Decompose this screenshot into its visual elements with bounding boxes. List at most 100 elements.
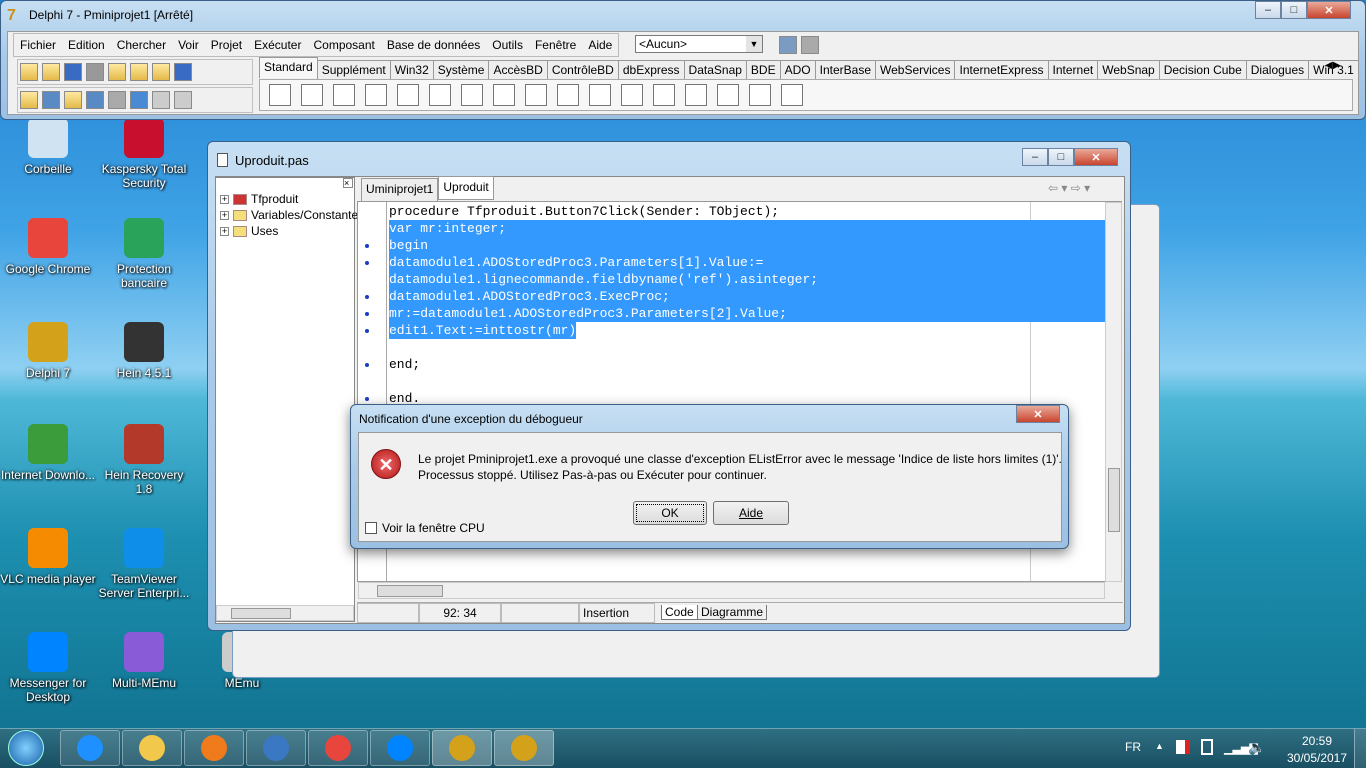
add-file-icon[interactable]	[130, 63, 148, 81]
menu-0[interactable]: Fichier	[14, 38, 62, 52]
palette-tab[interactable]: Système	[432, 60, 490, 81]
code-line[interactable]: datamodule1.ADOStoredProc3.Parameters[1]…	[389, 254, 1105, 271]
action-center-icon[interactable]	[1176, 740, 1190, 754]
save-all-icon[interactable]	[86, 63, 104, 81]
desktop-icon[interactable]: Messenger for Desktop	[0, 632, 96, 704]
navigation-arrows[interactable]: ⇦ ▾ ⇨ ▾	[1048, 181, 1090, 195]
menu-9[interactable]: Fenêtre	[529, 38, 582, 52]
view-form-icon[interactable]	[42, 91, 60, 109]
desktop-icon[interactable]: Corbeille	[0, 118, 96, 176]
radiobutton-component-icon[interactable]	[557, 84, 579, 106]
code-line[interactable]: begin	[389, 237, 1105, 254]
maximize-button[interactable]: □	[1281, 1, 1307, 19]
menu-6[interactable]: Composant	[307, 38, 380, 52]
clock-date[interactable]: 30/05/2017	[1282, 751, 1352, 765]
breakpoint-dot[interactable]	[365, 244, 369, 248]
editor-tab[interactable]: Uproduit	[438, 176, 494, 200]
breakpoint-dot[interactable]	[365, 397, 369, 401]
code-line[interactable]: mr:=datamodule1.ADOStoredProc3.Parameter…	[389, 305, 1105, 322]
groupbox-component-icon[interactable]	[685, 84, 707, 106]
close-button[interactable]: ✕	[1016, 405, 1060, 423]
close-button[interactable]: ✕	[1307, 1, 1351, 19]
horizontal-scrollbar[interactable]	[358, 582, 1105, 599]
minimize-button[interactable]: –	[1255, 1, 1281, 19]
open-icon[interactable]	[42, 63, 60, 81]
cpu-checkbox-label[interactable]: Voir la fenêtre CPU	[382, 521, 485, 535]
breakpoint-dot[interactable]	[365, 363, 369, 367]
power-icon[interactable]	[1201, 739, 1213, 755]
show-desktop-button[interactable]	[1354, 729, 1366, 768]
help-icon[interactable]	[174, 63, 192, 81]
open-project-icon[interactable]	[108, 63, 126, 81]
breakpoint-dot[interactable]	[365, 312, 369, 316]
button-component-icon[interactable]	[493, 84, 515, 106]
code-line[interactable]: var mr:integer;	[389, 220, 1105, 237]
palette-tab[interactable]: Supplément	[316, 60, 391, 81]
code-line[interactable]: edit1.Text:=inttostr(mr)	[389, 322, 577, 339]
actionlist-component-icon[interactable]	[781, 84, 803, 106]
radiogroup-component-icon[interactable]	[717, 84, 739, 106]
desktop-icon[interactable]: Kaspersky Total Security	[96, 118, 192, 190]
step-over-icon[interactable]	[174, 91, 192, 109]
clock-time[interactable]: 20:59	[1282, 734, 1352, 748]
breakpoint-dot[interactable]	[365, 261, 369, 265]
palette-tab[interactable]: InterBase	[814, 60, 876, 81]
desktop-icon[interactable]: Hein 4.5.1	[96, 322, 192, 380]
language-indicator[interactable]: FR	[1125, 740, 1141, 754]
desktop-icon[interactable]: VLC media player	[0, 528, 96, 586]
palette-tab[interactable]: Standard	[259, 57, 318, 78]
panel-component-icon[interactable]	[749, 84, 771, 106]
menu-8[interactable]: Outils	[486, 38, 529, 52]
remove-file-icon[interactable]	[152, 63, 170, 81]
taskbar-internet-explorer[interactable]	[60, 730, 120, 766]
pause-icon[interactable]	[130, 91, 148, 109]
taskbar-delphi-7[interactable]	[432, 730, 492, 766]
close-icon[interactable]: ×	[343, 178, 353, 188]
new-icon[interactable]	[20, 63, 38, 81]
palette-tab[interactable]: ContrôleBD	[546, 60, 619, 81]
menu-5[interactable]: Exécuter	[248, 38, 307, 52]
desktop-icon[interactable]: Hein Recovery 1.8	[96, 424, 192, 496]
horizontal-scrollbar[interactable]	[216, 605, 354, 621]
desktop-icon[interactable]: Protection bancaire	[96, 218, 192, 290]
taskbar-file-explorer[interactable]	[122, 730, 182, 766]
new-form-icon[interactable]	[86, 91, 104, 109]
help-button[interactable]: Aide	[713, 501, 789, 525]
trace-into-icon[interactable]	[152, 91, 170, 109]
palette-tab[interactable]: Win32	[389, 60, 434, 81]
expand-icon[interactable]: +	[220, 210, 229, 220]
show-hidden-icons[interactable]: ▲	[1155, 741, 1164, 751]
memo-component-icon[interactable]	[461, 84, 483, 106]
tree-item[interactable]: + Uses	[220, 223, 364, 239]
save-icon[interactable]	[64, 63, 82, 81]
palette-tab[interactable]: WebSnap	[1097, 60, 1160, 81]
toggle-form-icon[interactable]	[64, 91, 82, 109]
palette-tab[interactable]: Internet	[1047, 60, 1099, 81]
tab-code[interactable]: Code	[661, 605, 698, 620]
label-component-icon[interactable]	[397, 84, 419, 106]
menu-10[interactable]: Aide	[582, 38, 618, 52]
palette-tab[interactable]: AccèsBD	[488, 60, 548, 81]
code-line[interactable]: end;	[389, 356, 420, 373]
edit-component-icon[interactable]	[429, 84, 451, 106]
ok-button[interactable]: OK	[633, 501, 707, 525]
menu-4[interactable]: Projet	[205, 38, 248, 52]
checkbox-component-icon[interactable]	[525, 84, 547, 106]
taskbar-delphi-7-debug[interactable]	[494, 730, 554, 766]
pointer-component-icon[interactable]	[269, 84, 291, 106]
tree-item[interactable]: + Variables/Constantes	[220, 207, 364, 223]
tree-item[interactable]: + Tfproduit	[220, 191, 364, 207]
vertical-scrollbar[interactable]	[1105, 202, 1122, 582]
volume-icon[interactable]: 🔈	[1248, 739, 1265, 756]
combobox-component-icon[interactable]	[621, 84, 643, 106]
palette-tab[interactable]: dbExpress	[617, 60, 685, 81]
expand-icon[interactable]: +	[220, 226, 229, 236]
cpu-checkbox[interactable]	[365, 522, 377, 534]
desktop-icon[interactable]: TeamViewer Server Enterpri...	[96, 528, 192, 600]
menu-2[interactable]: Chercher	[111, 38, 172, 52]
menu-3[interactable]: Voir	[172, 38, 205, 52]
run-icon[interactable]	[108, 91, 126, 109]
palette-tab[interactable]: InternetExpress	[954, 60, 1049, 81]
breakpoint-dot[interactable]	[365, 295, 369, 299]
set-debug-desktop-icon[interactable]	[801, 36, 819, 54]
